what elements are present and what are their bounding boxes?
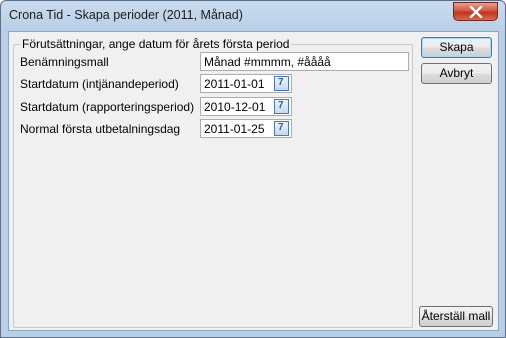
start-earning-date-picker[interactable]: 7	[200, 74, 292, 93]
close-icon	[469, 6, 483, 18]
first-payday-label: Normal första utbetalningsdag	[20, 122, 181, 136]
groupbox-legend: Förutsättningar, ange datum för årets fö…	[20, 37, 292, 51]
title-bar[interactable]: Crona Tid - Skapa perioder (2011, Månad)	[1, 1, 505, 31]
start-reporting-label: Startdatum (rapporteringsperiod)	[20, 100, 195, 114]
first-payday-date-input[interactable]	[201, 120, 273, 137]
dialog-window: Crona Tid - Skapa perioder (2011, Månad)…	[0, 0, 506, 338]
create-button[interactable]: Skapa	[421, 37, 492, 58]
dialog-body: Förutsättningar, ange datum för årets fö…	[8, 31, 499, 331]
calendar-icon: 7	[278, 77, 284, 88]
cancel-button[interactable]: Avbryt	[421, 63, 492, 84]
start-reporting-date-picker[interactable]: 7	[200, 97, 292, 116]
naming-template-label: Benämningsmall	[20, 55, 109, 69]
start-reporting-calendar-button[interactable]: 7	[274, 99, 289, 114]
close-button[interactable]	[453, 2, 498, 21]
calendar-icon: 7	[278, 100, 284, 111]
calendar-icon: 7	[278, 122, 284, 133]
first-payday-calendar-button[interactable]: 7	[274, 121, 289, 136]
start-earning-date-input[interactable]	[201, 75, 273, 92]
first-payday-date-picker[interactable]: 7	[200, 119, 292, 138]
window-title: Crona Tid - Skapa perioder (2011, Månad)	[9, 8, 243, 22]
prerequisites-groupbox: Förutsättningar, ange datum för årets fö…	[13, 37, 413, 328]
reset-template-button[interactable]: Återställ mall	[419, 306, 493, 327]
start-reporting-date-input[interactable]	[201, 98, 273, 115]
naming-template-input[interactable]	[200, 52, 409, 71]
start-earning-calendar-button[interactable]: 7	[274, 76, 289, 91]
start-earning-label: Startdatum (intjänandeperiod)	[20, 77, 179, 91]
